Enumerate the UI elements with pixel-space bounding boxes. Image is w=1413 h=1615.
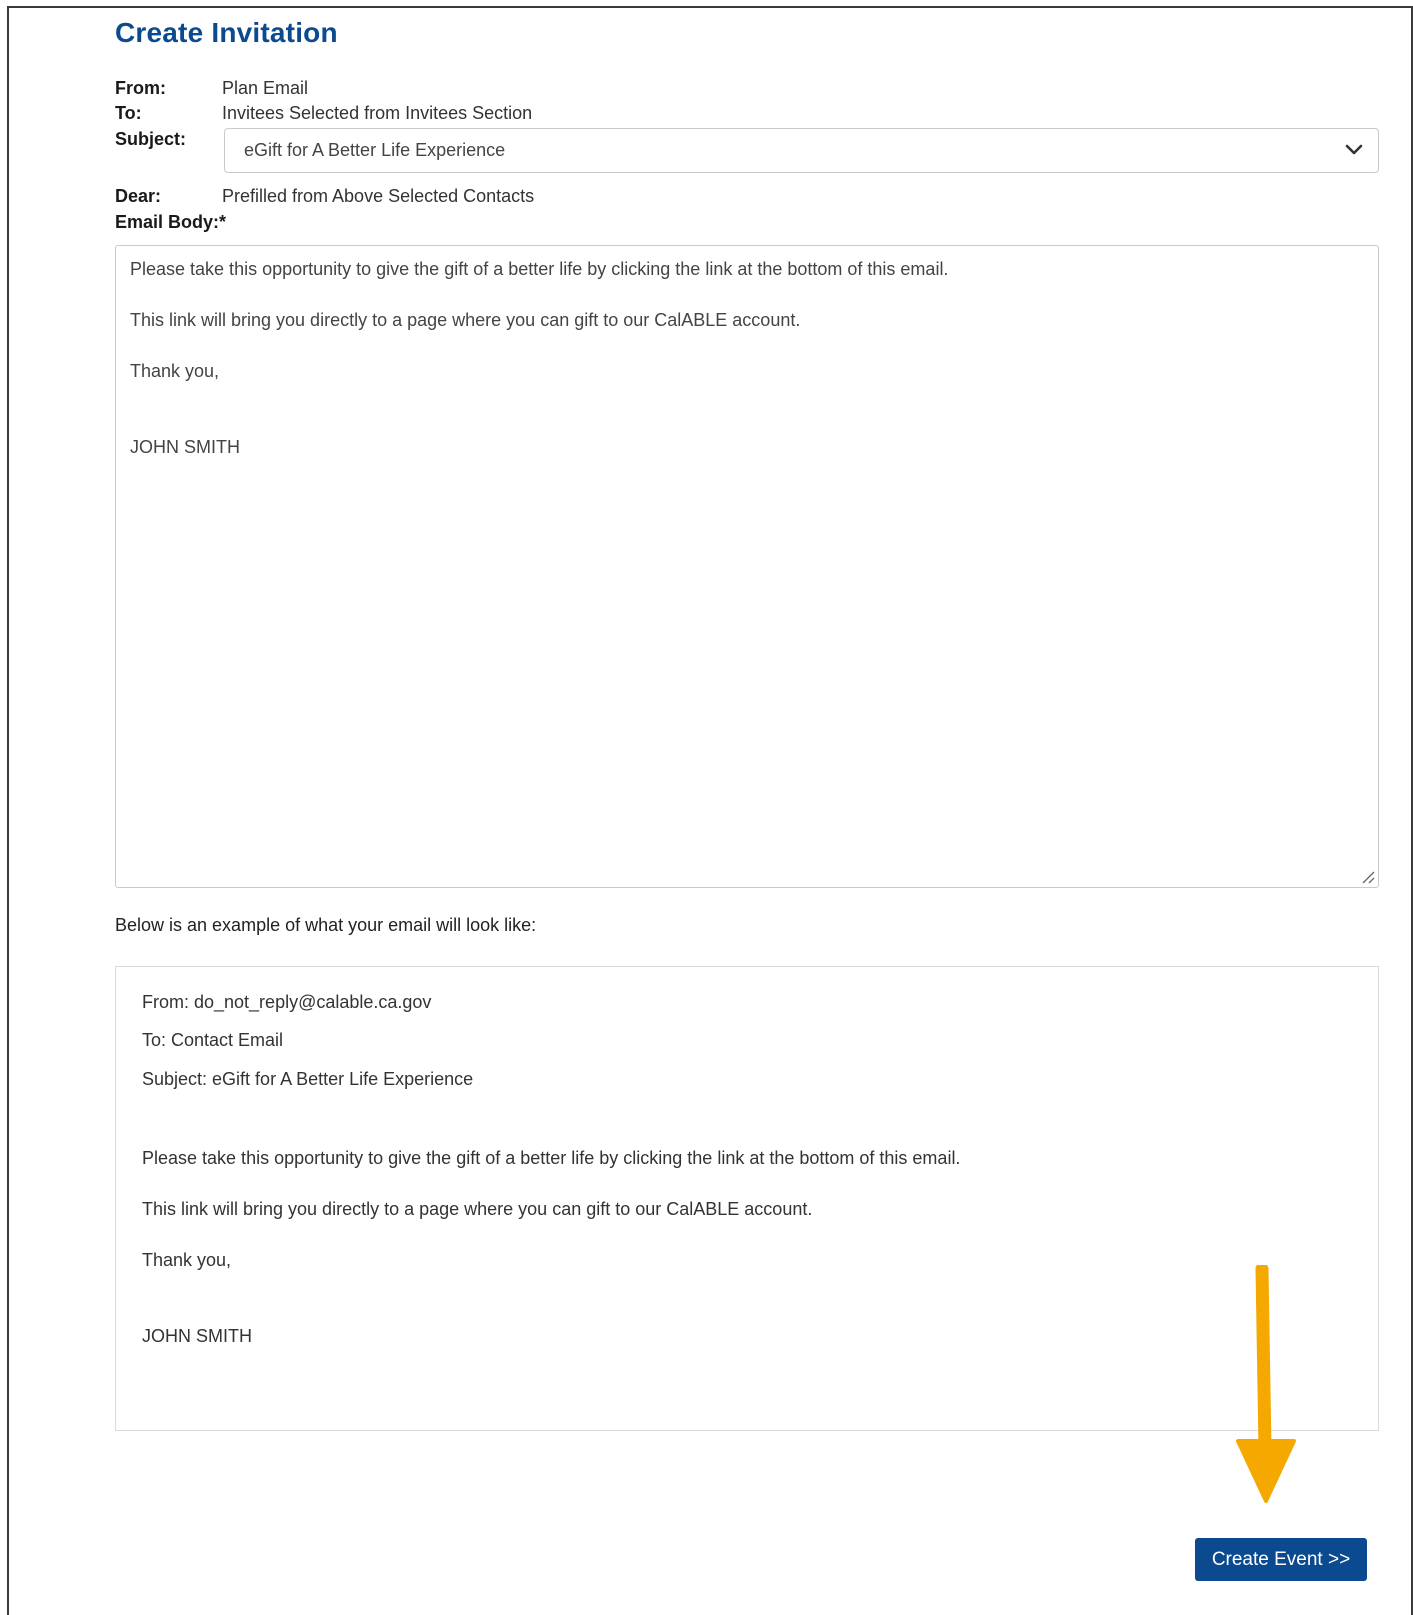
email-preview: From: do_not_reply@calable.ca.gov To: Co… [115, 966, 1379, 1431]
dear-value: Prefilled from Above Selected Contacts [222, 186, 535, 206]
body-line-2: This link will bring you directly to a p… [130, 310, 801, 330]
preview-signature: JOHN SMITH [142, 1326, 252, 1346]
subject-select[interactable]: eGift for A Better Life Experience [224, 128, 1379, 173]
subject-label: Subject: [115, 129, 187, 149]
dear-label: Dear: [115, 186, 162, 206]
preview-from: From: do_not_reply@calable.ca.gov [142, 992, 432, 1012]
body-line-1: Please take this opportunity to give the… [130, 259, 949, 279]
to-value: Invitees Selected from Invitees Section [222, 103, 533, 123]
email-body-label: Email Body:* [115, 212, 227, 232]
page-title: Create Invitation [115, 17, 338, 48]
preview-line-2: This link will bring you directly to a p… [142, 1199, 813, 1219]
resize-handle-icon[interactable] [1359, 868, 1375, 884]
create-event-button[interactable]: Create Event >> [1195, 1538, 1367, 1581]
body-line-3: Thank you, [130, 361, 220, 381]
subject-selected-value: eGift for A Better Life Experience [244, 140, 506, 160]
preview-line-3: Thank you, [142, 1250, 232, 1270]
preview-subject: Subject: eGift for A Better Life Experie… [142, 1069, 474, 1089]
preview-line-1: Please take this opportunity to give the… [142, 1148, 961, 1168]
email-body-textarea[interactable]: Please take this opportunity to give the… [115, 245, 1379, 888]
chevron-down-icon [1345, 144, 1363, 155]
body-signature: JOHN SMITH [130, 437, 240, 457]
preview-to: To: Contact Email [142, 1030, 284, 1050]
arrow-down-icon [1236, 1265, 1296, 1503]
from-label: From: [115, 78, 166, 98]
to-label: To: [115, 103, 142, 123]
from-value: Plan Email [222, 78, 309, 98]
preview-intro: Below is an example of what your email w… [115, 915, 537, 935]
